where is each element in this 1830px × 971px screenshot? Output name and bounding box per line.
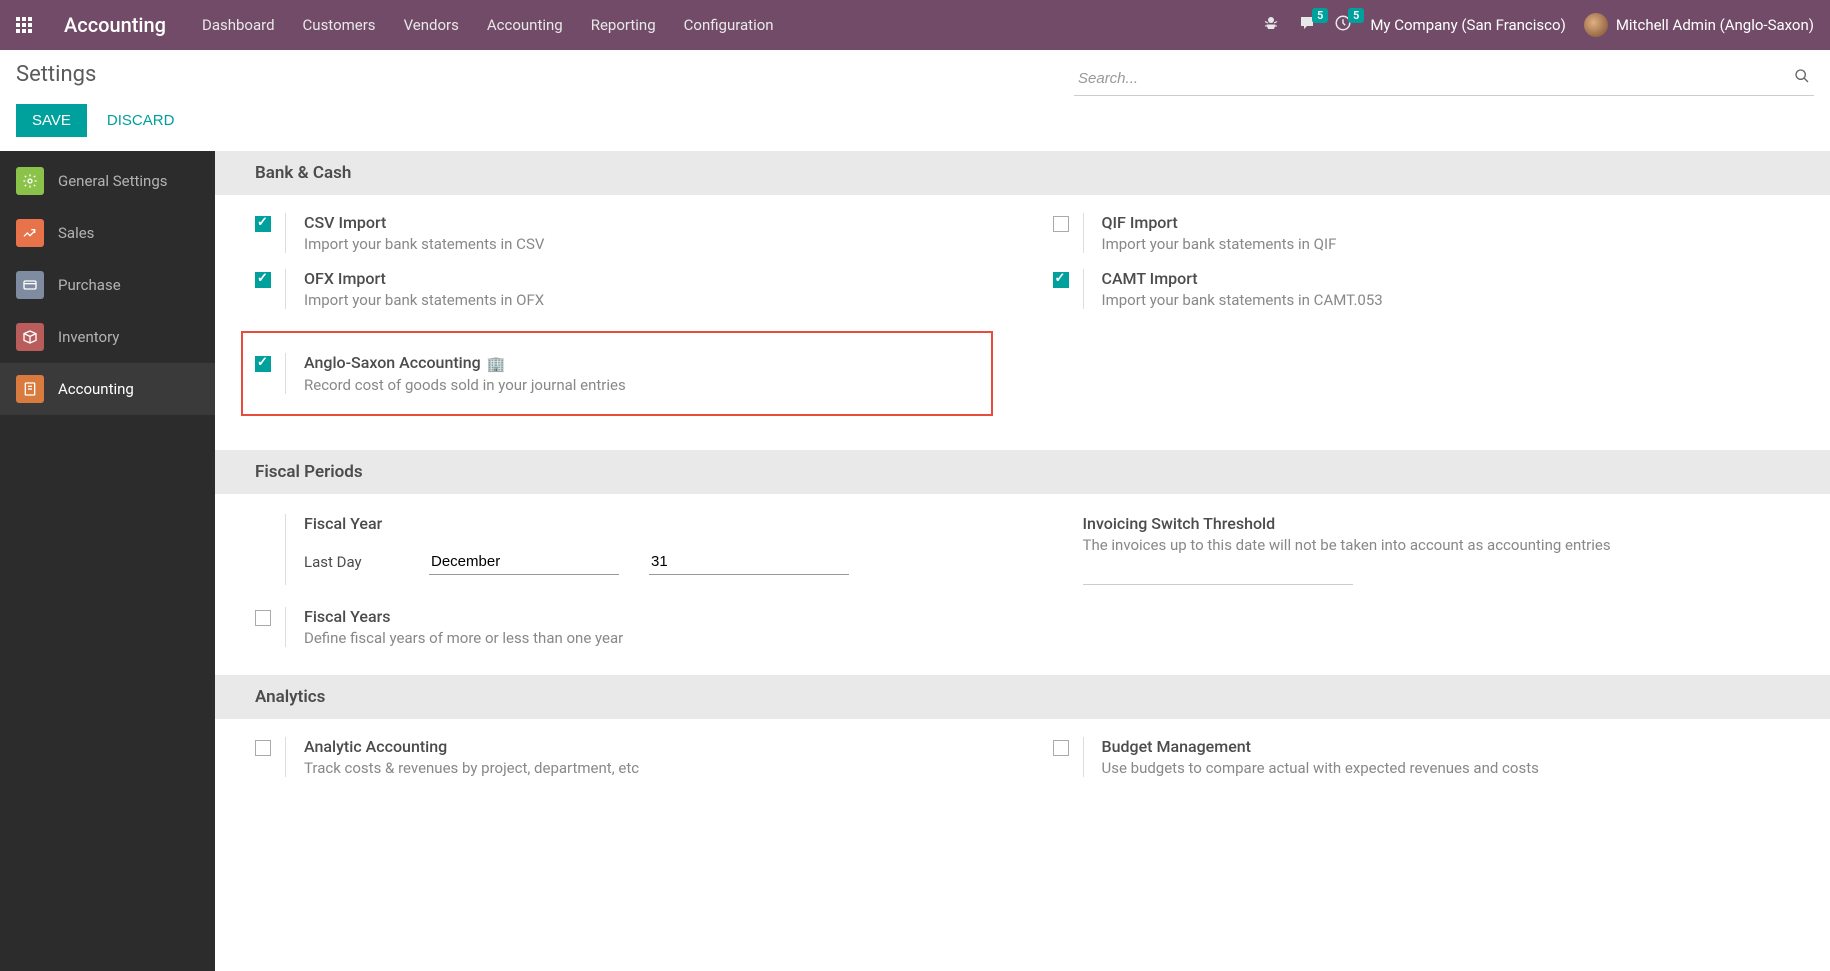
money-icon [16, 375, 44, 403]
activities-badge: 5 [1348, 8, 1364, 23]
camt-import-title: CAMT Import [1102, 269, 1791, 288]
sidebar-item-sales[interactable]: Sales [0, 207, 215, 259]
avatar [1584, 13, 1608, 37]
apps-icon[interactable] [16, 17, 32, 33]
sidebar-item-label: Accounting [58, 380, 134, 398]
app-name[interactable]: Accounting [64, 13, 166, 37]
csv-import-desc: Import your bank statements in CSV [304, 235, 993, 253]
ofx-import-title: OFX Import [304, 269, 993, 288]
analytic-accounting-checkbox[interactable] [255, 740, 271, 756]
messages-badge: 5 [1312, 8, 1328, 23]
anglo-saxon-desc: Record cost of goods sold in your journa… [304, 376, 979, 394]
section-fiscal-header: Fiscal Periods [215, 450, 1830, 494]
ofx-import-desc: Import your bank statements in OFX [304, 291, 993, 309]
qif-import-title: QIF Import [1102, 213, 1791, 232]
messages-icon[interactable]: 5 [1298, 14, 1316, 36]
fiscal-years-title: Fiscal Years [304, 607, 993, 626]
sidebar-item-label: General Settings [58, 172, 168, 190]
qif-import-desc: Import your bank statements in QIF [1102, 235, 1791, 253]
sidebar-item-general[interactable]: General Settings [0, 155, 215, 207]
sidebar-item-label: Inventory [58, 328, 119, 346]
nav-dashboard[interactable]: Dashboard [202, 16, 275, 34]
csv-import-checkbox[interactable] [255, 216, 271, 232]
csv-import-title: CSV Import [304, 213, 993, 232]
debug-icon[interactable] [1262, 14, 1280, 36]
budget-management-checkbox[interactable] [1053, 740, 1069, 756]
user-name: Mitchell Admin (Anglo-Saxon) [1616, 16, 1814, 34]
section-analytics-header: Analytics [215, 675, 1830, 719]
sidebar-item-inventory[interactable]: Inventory [0, 311, 215, 363]
user-menu[interactable]: Mitchell Admin (Anglo-Saxon) [1584, 13, 1814, 37]
qif-import-checkbox[interactable] [1053, 216, 1069, 232]
nav-vendors[interactable]: Vendors [404, 16, 459, 34]
nav-accounting[interactable]: Accounting [487, 16, 563, 34]
fiscal-years-checkbox[interactable] [255, 610, 271, 626]
camt-import-desc: Import your bank statements in CAMT.053 [1102, 291, 1791, 309]
ofx-import-checkbox[interactable] [255, 272, 271, 288]
threshold-desc: The invoices up to this date will not be… [1083, 536, 1791, 554]
budget-management-desc: Use budgets to compare actual with expec… [1102, 759, 1791, 777]
nav-customers[interactable]: Customers [303, 16, 376, 34]
fiscal-years-desc: Define fiscal years of more or less than… [304, 629, 993, 647]
camt-import-checkbox[interactable] [1053, 272, 1069, 288]
search-input[interactable] [1074, 62, 1814, 96]
discard-button[interactable]: DISCARD [107, 112, 175, 129]
last-day-label: Last Day [304, 553, 399, 571]
activities-icon[interactable]: 5 [1334, 14, 1352, 36]
save-button[interactable]: SAVE [16, 104, 87, 137]
search-icon[interactable] [1794, 68, 1810, 88]
nav-configuration[interactable]: Configuration [684, 16, 774, 34]
sidebar-item-accounting[interactable]: Accounting [0, 363, 215, 415]
analytic-accounting-title: Analytic Accounting [304, 737, 993, 756]
fiscal-year-label: Fiscal Year [304, 514, 993, 533]
section-bank-cash-header: Bank & Cash [215, 151, 1830, 195]
sidebar-item-label: Purchase [58, 276, 121, 294]
building-icon: 🏢 [487, 355, 506, 373]
card-icon [16, 271, 44, 299]
sidebar-item-label: Sales [58, 224, 94, 242]
fiscal-day-input[interactable] [649, 549, 849, 575]
fiscal-month-input[interactable] [429, 549, 619, 575]
budget-management-title: Budget Management [1102, 737, 1791, 756]
anglo-saxon-highlight: Anglo-Saxon Accounting🏢 Record cost of g… [241, 331, 993, 416]
chart-icon [16, 219, 44, 247]
anglo-saxon-checkbox[interactable] [255, 356, 271, 372]
box-icon [16, 323, 44, 351]
nav-reporting[interactable]: Reporting [591, 16, 656, 34]
page-title: Settings [16, 62, 96, 87]
sidebar-item-purchase[interactable]: Purchase [0, 259, 215, 311]
gear-icon [16, 167, 44, 195]
threshold-title: Invoicing Switch Threshold [1083, 514, 1791, 533]
company-switcher[interactable]: My Company (San Francisco) [1370, 16, 1565, 34]
anglo-saxon-title: Anglo-Saxon Accounting🏢 [304, 353, 979, 373]
analytic-accounting-desc: Track costs & revenues by project, depar… [304, 759, 993, 777]
threshold-input-line[interactable] [1083, 584, 1353, 585]
